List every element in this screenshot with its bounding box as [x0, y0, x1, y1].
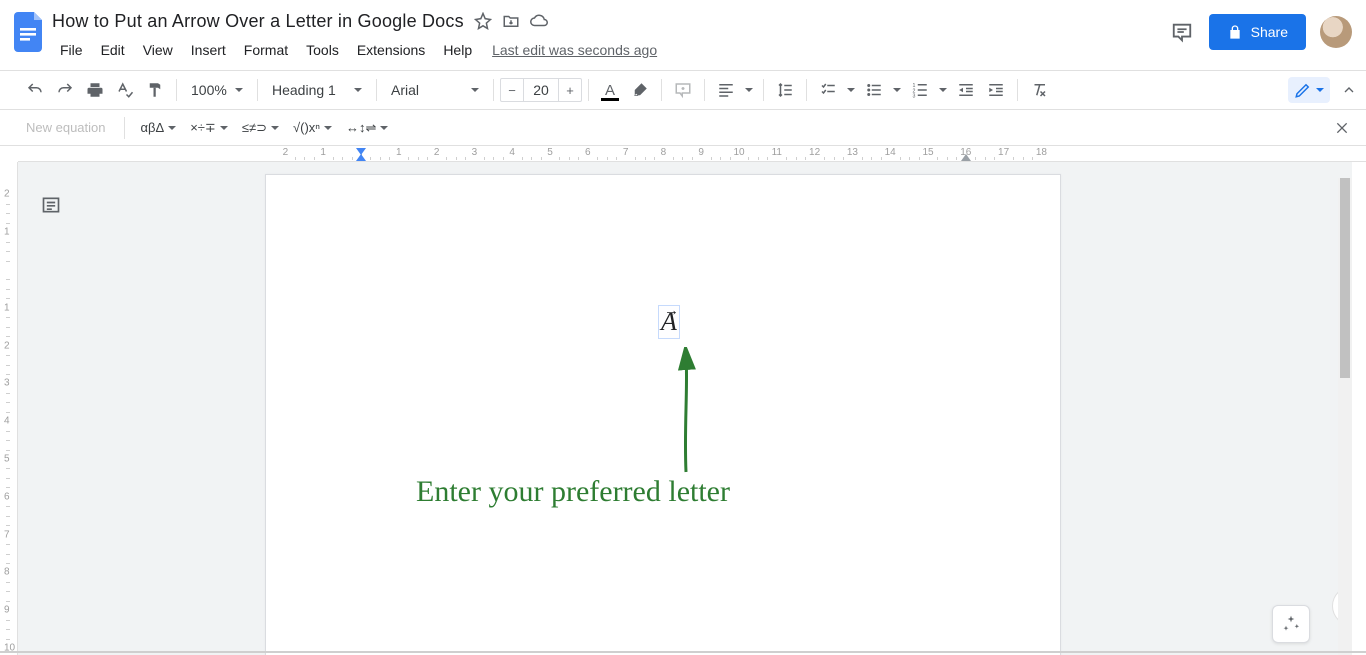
- comment-history-icon[interactable]: [1169, 19, 1195, 45]
- document-page[interactable]: → A Enter your preferred letter: [265, 174, 1061, 655]
- vertical-ruler[interactable]: 2112345678910: [0, 162, 18, 655]
- close-equation-bar-icon[interactable]: [1330, 116, 1354, 140]
- equation-relations-select[interactable]: ≤≠⊃: [238, 118, 283, 138]
- menu-edit[interactable]: Edit: [93, 38, 133, 62]
- menubar: File Edit View Insert Format Tools Exten…: [52, 38, 1169, 62]
- font-size-decrease-button[interactable]: −: [500, 78, 524, 102]
- menu-tools[interactable]: Tools: [298, 38, 347, 62]
- font-select[interactable]: Arial: [383, 76, 487, 104]
- editing-mode-select[interactable]: [1288, 77, 1330, 103]
- new-equation-button: New equation: [20, 116, 112, 139]
- font-size-increase-button[interactable]: +: [558, 78, 582, 102]
- align-icon[interactable]: [711, 75, 741, 105]
- menu-view[interactable]: View: [135, 38, 181, 62]
- insert-comment-icon[interactable]: [668, 75, 698, 105]
- equation-toolbar: New equation αβΔ ×÷∓ ≤≠⊃ √()xⁿ ↔↕⇌: [0, 110, 1366, 146]
- cloud-done-icon[interactable]: [530, 12, 548, 30]
- horizontal-ruler[interactable]: 21123456789101112131415161718: [18, 146, 1366, 162]
- last-edit-link[interactable]: Last edit was seconds ago: [492, 42, 657, 58]
- equation-math-select[interactable]: √()xⁿ: [289, 118, 336, 137]
- move-icon[interactable]: [502, 12, 520, 30]
- paint-format-icon[interactable]: [140, 75, 170, 105]
- font-size-input[interactable]: [524, 78, 558, 102]
- svg-text:3: 3: [913, 94, 916, 100]
- annotation-arrow-icon: [666, 347, 706, 477]
- explore-button[interactable]: [1272, 605, 1310, 643]
- line-spacing-icon[interactable]: [770, 75, 800, 105]
- clear-formatting-icon[interactable]: [1024, 75, 1054, 105]
- align-caret-icon[interactable]: [741, 75, 757, 105]
- print-icon[interactable]: [80, 75, 110, 105]
- equation-box[interactable]: → A: [658, 305, 680, 339]
- undo-icon[interactable]: [20, 75, 50, 105]
- share-label: Share: [1251, 24, 1288, 40]
- menu-help[interactable]: Help: [435, 38, 480, 62]
- bulleted-list-icon[interactable]: [859, 75, 889, 105]
- menu-extensions[interactable]: Extensions: [349, 38, 433, 62]
- indent-increase-icon[interactable]: [981, 75, 1011, 105]
- bulleted-caret-icon[interactable]: [889, 75, 905, 105]
- hide-menus-icon[interactable]: [1336, 77, 1362, 103]
- doc-title[interactable]: How to Put an Arrow Over a Letter in Goo…: [52, 11, 464, 32]
- star-icon[interactable]: [474, 12, 492, 30]
- checklist-caret-icon[interactable]: [843, 75, 859, 105]
- equation-operators-select[interactable]: ×÷∓: [186, 118, 232, 138]
- share-button[interactable]: Share: [1209, 14, 1306, 50]
- highlight-color-icon[interactable]: [625, 75, 655, 105]
- show-outline-icon[interactable]: [36, 190, 66, 220]
- indent-decrease-icon[interactable]: [951, 75, 981, 105]
- numbered-caret-icon[interactable]: [935, 75, 951, 105]
- account-avatar[interactable]: [1320, 16, 1352, 48]
- vertical-scrollbar[interactable]: [1338, 178, 1352, 655]
- redo-icon[interactable]: [50, 75, 80, 105]
- text-color-icon[interactable]: A: [595, 75, 625, 105]
- toolbar: 100% Heading 1 Arial − + A 123: [0, 70, 1366, 110]
- zoom-select[interactable]: 100%: [183, 76, 251, 104]
- spellcheck-icon[interactable]: [110, 75, 140, 105]
- vector-arrow-icon: →: [664, 303, 679, 320]
- numbered-list-icon[interactable]: 123: [905, 75, 935, 105]
- docs-logo-icon[interactable]: [10, 12, 50, 52]
- checklist-icon[interactable]: [813, 75, 843, 105]
- equation-arrows-select[interactable]: ↔↕⇌: [342, 118, 392, 138]
- menu-format[interactable]: Format: [236, 38, 296, 62]
- annotation-text: Enter your preferred letter: [416, 475, 730, 509]
- menu-insert[interactable]: Insert: [183, 38, 234, 62]
- equation-greek-select[interactable]: αβΔ: [137, 118, 181, 137]
- vertical-scrollbar-thumb[interactable]: [1340, 178, 1350, 378]
- paragraph-style-select[interactable]: Heading 1: [264, 76, 370, 104]
- menu-file[interactable]: File: [52, 38, 91, 62]
